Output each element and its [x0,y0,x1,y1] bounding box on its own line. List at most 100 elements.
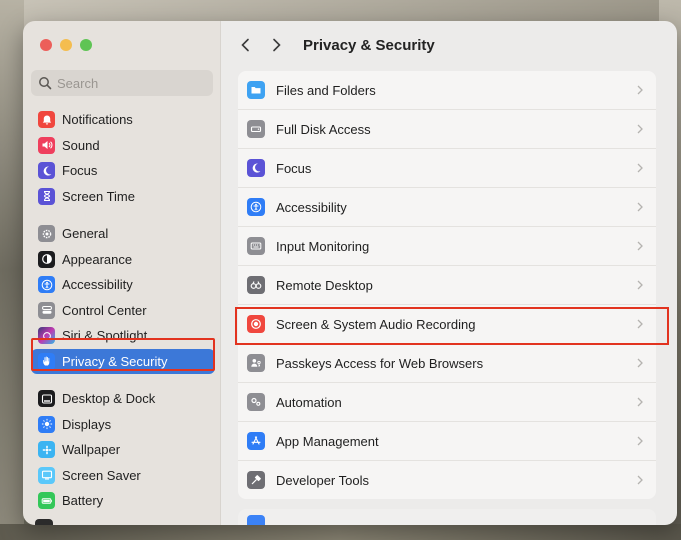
sidebar-item-label: Siri & Spotlight [62,328,148,344]
row-automation[interactable]: Automation [238,383,656,422]
forward-button[interactable] [269,37,285,53]
traffic-lights [40,39,92,51]
row-label: Full Disk Access [276,121,371,137]
row-label: Focus [276,160,312,176]
keyboard-icon [247,237,265,255]
chevron-right-icon [637,85,643,95]
sidebar-item-label: Displays [62,416,112,432]
sidebar: Notifications Sound Focus Screen Time [23,21,221,525]
accessibility-icon [38,276,55,294]
sidebar-item-displays[interactable]: Displays [31,412,215,438]
gear-icon [38,225,55,243]
page-title: Privacy & Security [303,36,435,54]
zoom-button[interactable] [80,39,92,51]
close-button[interactable] [40,39,52,51]
row-passkeys-access[interactable]: Passkeys Access for Web Browsers [238,344,656,383]
row-remote-desktop[interactable]: Remote Desktop [238,266,656,305]
sidebar-item-label: Accessibility [62,277,133,293]
chevron-right-icon [637,475,643,485]
sidebar-item-focus[interactable]: Focus [31,158,215,184]
passkey-icon [247,354,265,372]
record-icon [247,315,265,333]
wallpaper-bottom [0,524,681,540]
back-button[interactable] [237,37,253,53]
chevron-right-icon [637,163,643,173]
battery-icon [38,492,55,510]
chevron-right-icon [637,280,643,290]
dock-icon [38,390,55,408]
partial-sidebar-icon [35,519,53,525]
disk-icon [247,120,265,138]
row-label: Remote Desktop [276,277,373,293]
app-store-icon [247,432,265,450]
hand-icon [38,352,55,370]
accessibility-icon [247,198,265,216]
search-input[interactable] [57,75,207,91]
hourglass-icon [38,187,55,205]
row-screen-system-audio-recording[interactable]: Screen & System Audio Recording [238,305,656,344]
siri-icon [38,327,55,345]
screen-saver-icon [38,466,55,484]
row-app-management[interactable]: App Management [238,422,656,461]
search-field[interactable] [31,70,213,96]
row-label: Screen & System Audio Recording [276,316,476,332]
sidebar-item-label: General [62,226,109,242]
sidebar-item-wallpaper[interactable]: Wallpaper [31,437,215,463]
sidebar-item-accessibility[interactable]: Accessibility [31,272,215,298]
row-label: Accessibility [276,199,347,215]
sidebar-item-screen-saver[interactable]: Screen Saver [31,463,215,489]
row-input-monitoring[interactable]: Input Monitoring [238,227,656,266]
sidebar-item-battery[interactable]: Battery [31,488,215,514]
appearance-icon [38,250,55,268]
sidebar-item-label: Control Center [62,302,147,318]
sidebar-item-control-center[interactable]: Control Center [31,298,215,324]
sidebar-item-label: Appearance [62,251,133,267]
sidebar-item-label: Screen Time [62,188,135,204]
settings-window: Notifications Sound Focus Screen Time [23,21,677,525]
chevron-right-icon [637,358,643,368]
sidebar-item-privacy-security[interactable]: Privacy & Security [31,348,215,374]
sidebar-item-sound[interactable]: Sound [31,133,215,159]
row-label: App Management [276,433,379,449]
chevron-right-icon [273,38,281,52]
sidebar-item-label: Notifications [62,112,133,128]
chevron-right-icon [637,124,643,134]
partial-icon [247,515,265,525]
row-focus[interactable]: Focus [238,149,656,188]
sidebar-item-notifications[interactable]: Notifications [31,107,215,133]
chevron-right-icon [637,202,643,212]
hammer-icon [247,471,265,489]
sidebar-item-label: Battery [62,493,104,509]
binoculars-icon [247,276,265,294]
speaker-icon [38,136,55,154]
sidebar-item-siri-spotlight[interactable]: Siri & Spotlight [31,323,215,349]
sidebar-item-label: Screen Saver [62,467,141,483]
row-label: Files and Folders [276,82,376,98]
sidebar-item-label: Privacy & Security [62,353,168,369]
row-label: Input Monitoring [276,238,370,254]
sidebar-item-label: Focus [62,163,98,179]
minimize-button[interactable] [60,39,72,51]
next-section-card [238,509,656,525]
chevron-right-icon [637,319,643,329]
chevron-right-icon [637,241,643,251]
wallpaper-icon [38,441,55,459]
sidebar-item-general[interactable]: General [31,221,215,247]
row-label: Developer Tools [276,472,369,488]
moon-icon [38,162,55,180]
moon-icon [247,159,265,177]
sidebar-item-label: Desktop & Dock [62,391,156,407]
chevron-right-icon [637,397,643,407]
row-developer-tools[interactable]: Developer Tools [238,461,656,499]
row-accessibility[interactable]: Accessibility [238,188,656,227]
sidebar-item-desktop-dock[interactable]: Desktop & Dock [31,386,215,412]
search-icon [39,77,52,90]
row-files-and-folders[interactable]: Files and Folders [238,71,656,110]
row-full-disk-access[interactable]: Full Disk Access [238,110,656,149]
folder-icon [247,81,265,99]
sidebar-item-screen-time[interactable]: Screen Time [31,184,215,210]
control-center-icon [38,301,55,319]
sidebar-item-appearance[interactable]: Appearance [31,247,215,273]
bell-icon [38,111,55,129]
row-label: Automation [276,394,342,410]
